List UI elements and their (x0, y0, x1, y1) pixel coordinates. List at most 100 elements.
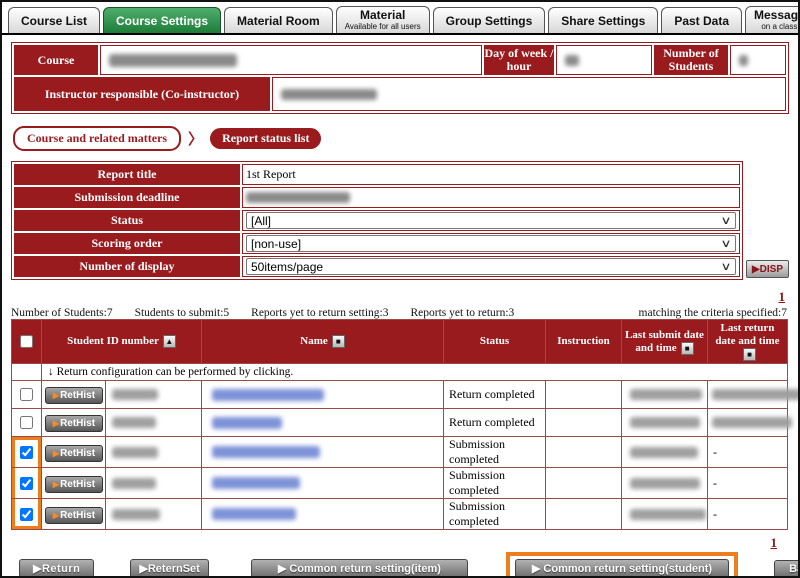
redacted-student-id (112, 389, 158, 400)
sort-icon[interactable]: ■ (332, 335, 345, 348)
breadcrumb-course-matters[interactable]: Course and related matters (13, 126, 181, 151)
status-filter-label: Status (14, 210, 240, 231)
number-of-display-select-value: 50items/page (251, 260, 323, 274)
last-submit-cell (622, 437, 708, 468)
row-checkbox[interactable] (20, 477, 33, 490)
instruction-cell (546, 499, 622, 530)
table-row: ▶RetHistSubmission completed- (12, 437, 788, 468)
row-checkbox[interactable] (20, 508, 33, 521)
sort-asc-icon[interactable]: ▲ (163, 335, 176, 348)
stats-line: Number of Students:7 Students to submit:… (11, 303, 789, 319)
stat-students-to-submit: Students to submit:5 (135, 307, 230, 319)
name-cell (202, 468, 444, 499)
row-checkbox[interactable] (20, 446, 33, 459)
disp-button[interactable]: ▶DISP (746, 260, 789, 278)
tab-material-room[interactable]: Material Room (224, 7, 333, 33)
header-last-submit: Last submit date and time■ (622, 320, 708, 364)
table-note-row: ↓ Return configuration can be performed … (12, 364, 788, 381)
student-id-cell (106, 468, 202, 499)
page-1-link-bottom[interactable]: 1 (771, 535, 778, 550)
last-submit-cell (622, 468, 708, 499)
stat-matching-criteria: matching the criteria specified:7 (639, 307, 787, 319)
tab-course-list[interactable]: Course List (8, 7, 100, 33)
stat-yet-to-return: Reports yet to return:3 (411, 307, 515, 319)
row-checkbox-cell (12, 409, 42, 437)
redacted-name-link[interactable] (212, 389, 324, 401)
back-button[interactable]: Back (774, 560, 800, 578)
status-cell: Return completed (444, 409, 546, 437)
header-last-return: Last return date and time■ (708, 320, 788, 364)
common-return-setting-item-button[interactable]: ▶ Common return setting(item) (251, 559, 468, 578)
name-header-label: Name (300, 335, 328, 347)
status-filter-cell: [All]∨ (242, 210, 740, 231)
tab-message[interactable]: Messageon a class (745, 6, 800, 33)
tab-label: Material (360, 8, 405, 22)
num-students-label: Number of Students (654, 45, 728, 75)
report-title-row: Report title 1st Report (14, 164, 740, 185)
scoring-order-cell: [non-use]∨ (242, 233, 740, 254)
rethist-button-label: RetHist (60, 448, 95, 459)
report-title-label: Report title (14, 164, 240, 185)
scoring-order-row: Scoring order [non-use]∨ (14, 233, 740, 254)
page-1-link-top[interactable]: 1 (779, 289, 786, 304)
rethist-button-label: RetHist (60, 479, 95, 490)
redacted-deadline-value (246, 192, 350, 203)
tab-label: Course Settings (116, 14, 208, 28)
redacted-student-id (112, 478, 156, 489)
redacted-name-link[interactable] (212, 508, 296, 520)
scoring-order-label: Scoring order (14, 233, 240, 254)
last-return-cell (708, 381, 788, 409)
table-header-row: Student ID number▲ Name■ Status Instruct… (12, 320, 788, 364)
redacted-course-name (109, 54, 237, 67)
redacted-instructor-value (281, 89, 377, 100)
course-label: Course (14, 45, 98, 75)
number-of-display-select[interactable]: 50items/page∨ (246, 258, 736, 275)
report-status-table: Student ID number▲ Name■ Status Instruct… (11, 319, 788, 530)
redacted-day-value (565, 55, 579, 66)
rethist-button[interactable]: ▶RetHist (45, 507, 103, 524)
tab-past-data[interactable]: Past Data (661, 7, 742, 33)
redacted-last-submit (630, 447, 698, 458)
tab-group-settings[interactable]: Group Settings (433, 7, 546, 33)
last-submit-cell (622, 499, 708, 530)
redacted-name-link[interactable] (212, 417, 282, 429)
redacted-name-link[interactable] (212, 477, 300, 489)
return-config-note: ↓ Return configuration can be performed … (42, 364, 788, 381)
play-arrow-icon: ▶ (53, 449, 59, 458)
row-checkbox[interactable] (20, 416, 33, 429)
rethist-button[interactable]: ▶RetHist (45, 445, 103, 462)
stat-number-of-students: Number of Students:7 (11, 307, 113, 319)
redacted-students-value (739, 55, 748, 66)
filter-table: Report title 1st Report Submission deadl… (11, 161, 743, 280)
redacted-name-link[interactable] (212, 446, 320, 458)
reternset-button[interactable]: ▶ReternSet (130, 559, 208, 578)
header-select-all-cell (12, 320, 42, 364)
num-students-value (730, 45, 786, 75)
rethist-cell: ▶RetHist (42, 437, 106, 468)
select-all-checkbox[interactable] (20, 335, 33, 348)
row-checkbox[interactable] (20, 388, 33, 401)
rethist-button[interactable]: ▶RetHist (45, 476, 103, 493)
play-arrow-icon: ▶ (53, 480, 59, 489)
header-status: Status (444, 320, 546, 364)
rethist-button[interactable]: ▶RetHist (45, 387, 103, 404)
status-select[interactable]: [All]∨ (246, 212, 736, 229)
tab-share-settings[interactable]: Share Settings (548, 7, 658, 33)
pagination-top: 1 (11, 288, 789, 303)
last-return-header-label: Last return date and time (715, 322, 779, 347)
sort-icon[interactable]: ■ (681, 342, 694, 355)
scoring-order-select[interactable]: [non-use]∨ (246, 235, 736, 252)
course-info-table: Course Day of week / hour Number of Stud… (11, 42, 789, 114)
sort-icon[interactable]: ■ (743, 348, 756, 361)
play-arrow-icon: ▶ (53, 419, 59, 428)
instruction-cell (546, 468, 622, 499)
tab-material[interactable]: MaterialAvailable for all users (336, 6, 430, 33)
tab-course-settings[interactable]: Course Settings (103, 7, 221, 33)
student-id-header-label: Student ID number (67, 335, 159, 347)
common-return-setting-student-button[interactable]: ▶ Common return setting(student) (515, 559, 729, 578)
last-submit-cell (622, 381, 708, 409)
rethist-button[interactable]: ▶RetHist (45, 415, 103, 432)
number-of-display-cell: 50items/page∨ (242, 256, 740, 277)
return-button[interactable]: ▶Return (19, 559, 94, 578)
play-arrow-icon: ▶ (53, 391, 59, 400)
